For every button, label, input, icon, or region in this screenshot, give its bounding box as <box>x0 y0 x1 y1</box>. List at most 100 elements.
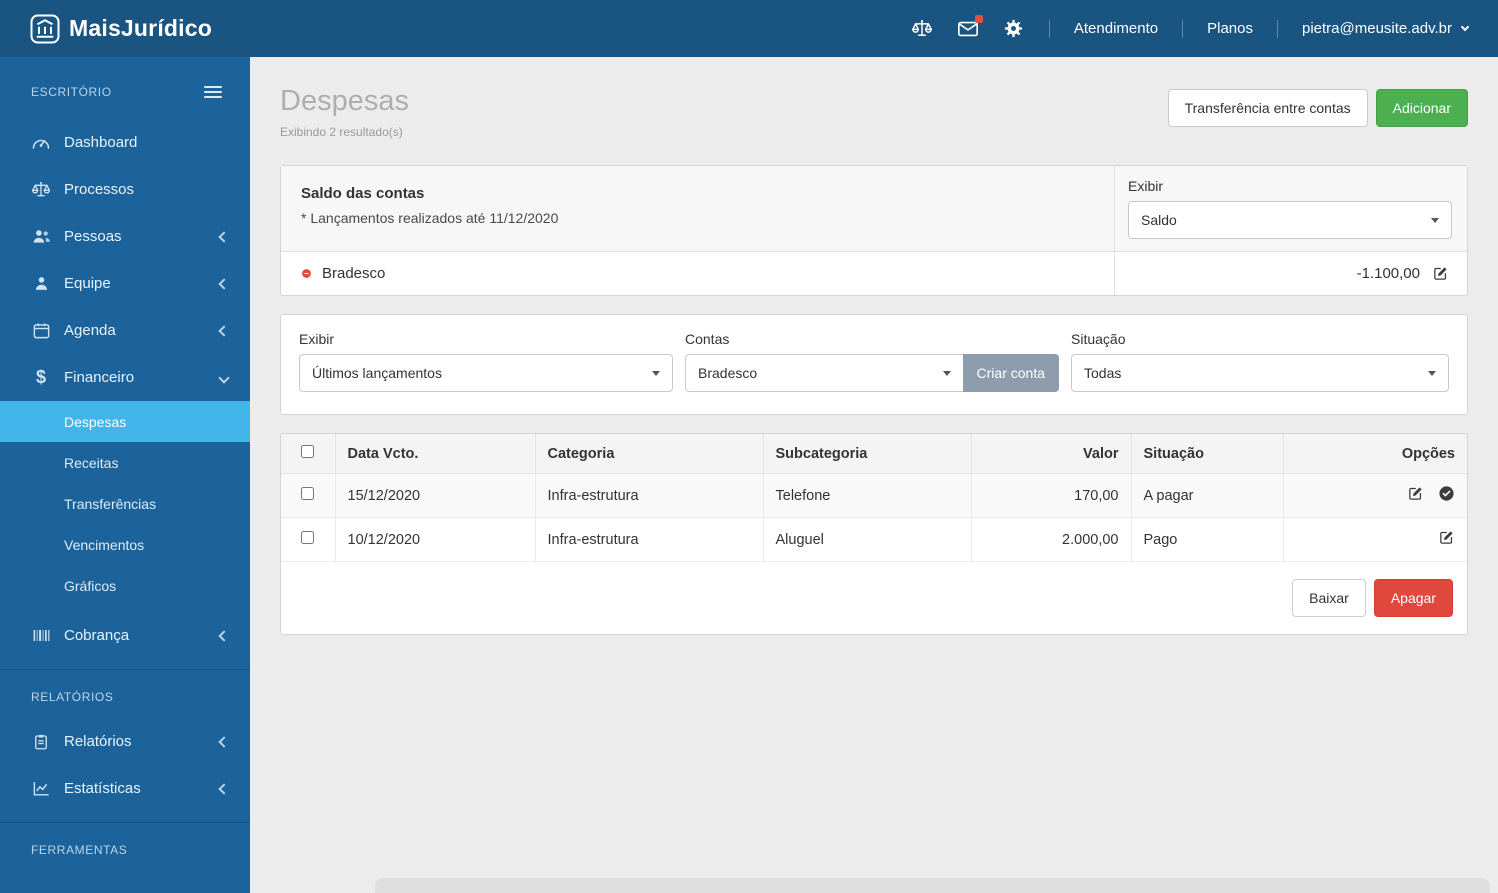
mark-paid-check-circle-icon[interactable] <box>1438 485 1455 502</box>
sidebar-item-cobranca[interactable]: Cobrança <box>0 612 250 659</box>
topbar-separator <box>1182 19 1184 38</box>
sidebar-label: Despesas <box>64 413 127 430</box>
topbar-right: Atendimento Planos pietra@meusite.adv.br <box>911 14 1470 40</box>
balance-scale-icon[interactable] <box>911 18 933 40</box>
header-opcoes: Opções <box>1282 434 1467 474</box>
sidebar-label: Dashboard <box>64 134 138 151</box>
row-checkbox[interactable] <box>301 487 315 500</box>
gear-icon[interactable] <box>1003 18 1025 40</box>
chevron-left-icon <box>218 277 230 290</box>
sidebar-label: Receitas <box>64 454 119 471</box>
sidebar-label: Vencimentos <box>64 536 145 553</box>
sidebar-label: Equipe <box>64 275 111 292</box>
sidebar-item-dashboard[interactable]: Dashboard <box>0 119 250 166</box>
section-label-relatorios: RELATÓRIOS <box>31 690 114 704</box>
calendar-icon <box>30 320 52 342</box>
table-header-row: Data Vcto. Categoria Subcategoria Valor … <box>281 434 1467 474</box>
filters-card: Exibir Últimos lançamentos Contas Brades… <box>280 314 1468 415</box>
sidebar-item-despesas[interactable]: Despesas <box>0 401 250 442</box>
filter-situacao-label: Situação <box>1071 331 1126 347</box>
sidebar-item-financeiro[interactable]: $ Financeiro <box>0 354 250 401</box>
account-name: Bradesco <box>322 265 386 282</box>
section-label-ferramentas: FERRAMENTAS <box>31 843 128 857</box>
balance-card: Saldo das contas * Lançamentos realizado… <box>280 165 1468 296</box>
sidebar-item-agenda[interactable]: Agenda <box>0 307 250 354</box>
sidebar-item-processos[interactable]: Processos <box>0 166 250 213</box>
table-row: 10/12/2020 Infra-estrutura Aluguel 2.000… <box>281 517 1467 562</box>
dollar-icon: $ <box>35 367 46 387</box>
row-checkbox[interactable] <box>301 531 315 544</box>
sidebar-label: Gráficos <box>64 577 117 594</box>
edit-row-icon[interactable] <box>1438 529 1455 546</box>
sidebar-item-vencimentos[interactable]: Vencimentos <box>0 524 250 565</box>
apagar-button[interactable]: Apagar <box>1373 579 1453 617</box>
cell-date: 15/12/2020 <box>334 473 536 518</box>
sidebar-section-ferramentas: FERRAMENTAS <box>0 823 250 871</box>
page-actions: Transferência entre contas Adicionar <box>1167 89 1468 127</box>
situacao-select-value: Todas <box>1084 365 1122 381</box>
sidebar-item-receitas[interactable]: Receitas <box>0 442 250 483</box>
table-footer: Baixar Apagar <box>281 562 1467 634</box>
select-all-checkbox[interactable] <box>301 445 315 458</box>
edit-row-icon[interactable] <box>1407 485 1424 502</box>
chevron-left-icon <box>218 735 230 748</box>
nav-planos[interactable]: Planos <box>1207 20 1253 37</box>
bottom-scrollbar[interactable] <box>375 878 1490 893</box>
sidebar-item-relatorios[interactable]: Relatórios <box>0 718 250 765</box>
nav-atendimento[interactable]: Atendimento <box>1074 20 1158 37</box>
caret-down-icon <box>1431 217 1439 223</box>
header-subcategoria: Subcategoria <box>762 434 972 474</box>
sidebar-label: Financeiro <box>64 369 135 386</box>
transfer-between-accounts-button[interactable]: Transferência entre contas <box>1167 89 1368 127</box>
cell-subcategory: Telefone <box>762 473 972 518</box>
sidebar-item-graficos[interactable]: Gráficos <box>0 565 250 606</box>
chevron-left-icon <box>218 324 230 337</box>
sidebar-item-transferencias[interactable]: Transferências <box>0 483 250 524</box>
edit-balance-icon[interactable] <box>1432 265 1449 282</box>
cell-value: 2.000,00 <box>970 517 1132 562</box>
main-content: Despesas Exibindo 2 resultado(s) Transfe… <box>250 57 1498 893</box>
user-menu[interactable]: pietra@meusite.adv.br <box>1302 20 1470 37</box>
hamburger-icon[interactable] <box>204 83 222 101</box>
sidebar-item-pessoas[interactable]: Pessoas <box>0 213 250 260</box>
users-icon <box>30 226 52 248</box>
sidebar-label: Transferências <box>64 495 157 512</box>
mail-icon[interactable] <box>957 14 983 40</box>
clipboard-icon <box>30 731 52 753</box>
baixar-button[interactable]: Baixar <box>1292 579 1366 617</box>
caret-down-icon <box>942 370 951 376</box>
notification-dot <box>974 14 983 23</box>
sidebar: ESCRITÓRIO Dashboard Processos Pessoas E… <box>0 57 250 893</box>
sidebar-item-estatisticas[interactable]: Estatísticas <box>0 765 250 812</box>
exibir-select[interactable]: Últimos lançamentos <box>299 354 673 392</box>
chevron-down-icon <box>218 371 230 384</box>
negative-balance-icon <box>301 268 312 279</box>
contas-select[interactable]: Bradesco <box>685 354 963 392</box>
expenses-table: Data Vcto. Categoria Subcategoria Valor … <box>281 434 1467 562</box>
header-data-vcto: Data Vcto. <box>334 434 536 474</box>
contas-select-value: Bradesco <box>698 365 758 381</box>
criar-conta-button[interactable]: Criar conta <box>962 354 1059 392</box>
header-situacao: Situação <box>1130 434 1284 474</box>
topbar-separator <box>1048 19 1050 38</box>
expenses-table-card: Data Vcto. Categoria Subcategoria Valor … <box>280 433 1468 635</box>
sidebar-label: Processos <box>64 181 135 198</box>
page-title: Despesas <box>280 85 409 117</box>
sidebar-nav: Dashboard Processos Pessoas Equipe Agend… <box>0 119 250 871</box>
sidebar-item-equipe[interactable]: Equipe <box>0 260 250 307</box>
situacao-select[interactable]: Todas <box>1071 354 1449 392</box>
sidebar-label: Agenda <box>64 322 116 339</box>
sidebar-section-escritorio: ESCRITÓRIO <box>0 57 250 119</box>
header-categoria: Categoria <box>534 434 764 474</box>
brand-logo[interactable]: MaisJurídico <box>30 14 212 44</box>
chevron-down-icon <box>1460 22 1470 32</box>
add-button[interactable]: Adicionar <box>1375 89 1468 127</box>
table-row: 15/12/2020 Infra-estrutura Telefone 170,… <box>281 473 1467 518</box>
sidebar-label: Estatísticas <box>64 780 141 797</box>
exibir-select-value: Últimos lançamentos <box>312 365 442 381</box>
sidebar-section-relatorios: RELATÓRIOS <box>0 670 250 718</box>
chevron-left-icon <box>218 782 230 795</box>
saldo-select[interactable]: Saldo <box>1128 201 1452 239</box>
balance-card-header: Saldo das contas * Lançamentos realizado… <box>281 166 1467 252</box>
balance-card-note: * Lançamentos realizados até 11/12/2020 <box>301 210 559 226</box>
